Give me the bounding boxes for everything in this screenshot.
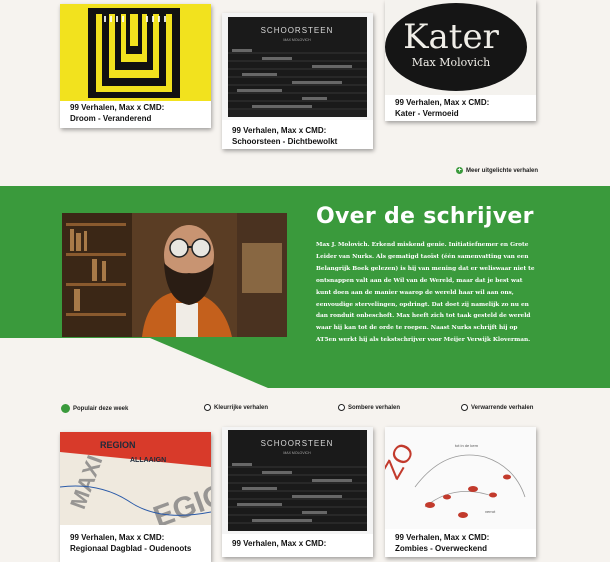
story-image-droom	[60, 4, 211, 101]
about-text: Max J. Molovich. Erkend miskend genie. I…	[316, 240, 538, 347]
story-card-schoorsteen-2[interactable]: SCHOORSTEEN MAX MOLOVICH 99 Verhalen, Ma…	[222, 427, 373, 557]
caption-series: 99 Verhalen, Max x CMD:	[70, 533, 165, 542]
story-image-schoorsteen-2: SCHOORSTEEN MAX MOLOVICH	[222, 427, 373, 534]
story-card-droom[interactable]: 99 Verhalen, Max x CMD: Droom - Verander…	[60, 4, 211, 128]
image-subtitle: MAX MOLOVICH	[283, 38, 311, 42]
filter-label: Populair deze week	[73, 405, 129, 412]
about-line: eenvoudige stervelingen, opdringt. Dat d…	[316, 301, 529, 308]
plus-icon: +	[456, 167, 463, 174]
svg-text:REGION: REGION	[100, 440, 136, 450]
radio-icon	[204, 404, 211, 411]
story-caption: 99 Verhalen, Max x CMD: Kater - Vermoeid	[395, 98, 530, 119]
story-image-regionaal-dagblad: REGION ALLAAIGN MAXI EGIO	[60, 432, 211, 525]
image-title: Kater	[403, 17, 499, 57]
filter-label: Kleurrijke verhalen	[214, 404, 269, 411]
caption-title: Regionaal Dagblad - Oudenoots	[70, 543, 192, 553]
about-line: kunt doen aan de manier waarop de wereld…	[316, 289, 514, 296]
story-card-schoorsteen[interactable]: SCHOORSTEEN MAX MOLOVICH 99 Verhalen, Ma…	[222, 13, 373, 149]
caption-series: 99 Verhalen, Max x CMD:	[395, 98, 490, 107]
about-line: Belangrijk Boek gelezen) is hij van meni…	[316, 265, 535, 272]
image-subtitle: MAX MOLOVICH	[283, 451, 311, 455]
filter-populair[interactable]: Populair deze week	[61, 404, 128, 413]
image-subtitle: Max Molovich	[412, 56, 491, 69]
story-filters: Populair deze week Kleurrijke verhalen S…	[0, 404, 610, 416]
about-line: AT5en werkt hij als tekstschrijver voor …	[316, 337, 531, 344]
story-image-zombies: ZO tot in de kern verrot	[385, 427, 536, 529]
radio-selected-icon	[61, 404, 70, 413]
story-card-kater[interactable]: Kater Max Molovich 99 Verhalen, Max x CM…	[385, 0, 536, 121]
filter-verwarrend[interactable]: Verwarrende verhalen	[461, 404, 533, 411]
story-image-schoorsteen: SCHOORSTEEN MAX MOLOVICH	[222, 13, 373, 120]
filter-label: Sombere verhalen	[348, 404, 401, 411]
caption-series: 99 Verhalen, Max x CMD:	[70, 103, 165, 112]
caption-series: 99 Verhalen, Max x CMD:	[232, 126, 327, 135]
more-stories-label: Meer uitgelichte verhalen	[466, 167, 539, 174]
radio-icon	[338, 404, 345, 411]
filter-kleurrijk[interactable]: Kleurrijke verhalen	[204, 404, 268, 411]
filter-label: Verwarrende verhalen	[471, 404, 534, 411]
image-title: SCHOORSTEEN	[261, 439, 334, 448]
story-caption: 99 Verhalen, Max x CMD: Regionaal Dagbla…	[70, 533, 205, 554]
author-photo	[62, 213, 287, 337]
radio-icon	[461, 404, 468, 411]
about-line: waar hij kan tot de orde te roepen. Naas…	[316, 325, 518, 332]
about-line: dan ronduit onbeschoft. Max heeft zich t…	[316, 313, 531, 320]
story-card-regionaal-dagblad[interactable]: REGION ALLAAIGN MAXI EGIO 99 Verhalen, M…	[60, 432, 211, 562]
story-card-zombies[interactable]: ZO tot in de kern verrot 99 Verhalen, Ma…	[385, 427, 536, 557]
story-caption: 99 Verhalen, Max x CMD: Droom - Verander…	[70, 103, 205, 124]
svg-text:verrot: verrot	[485, 509, 496, 514]
caption-series: 99 Verhalen, Max x CMD:	[395, 533, 490, 542]
story-image-kater: Kater Max Molovich	[385, 0, 536, 95]
filter-somber[interactable]: Sombere verhalen	[338, 404, 400, 411]
caption-title: Kater - Vermoeid	[395, 108, 459, 118]
image-title: SCHOORSTEEN	[261, 26, 334, 35]
about-line: ontsnappen valt aan de Wil van de Wereld…	[316, 277, 523, 284]
about-line: Leider van Nurks. Als gematigd taoïst (é…	[316, 253, 529, 260]
about-line: Max J. Molovich. Erkend miskend genie. I…	[316, 242, 529, 248]
caption-title: Schoorsteen - Dichtbewolkt	[232, 136, 338, 146]
caption-title: Droom - Veranderend	[70, 113, 152, 123]
story-caption: 99 Verhalen, Max x CMD: Schoorsteen - Di…	[232, 126, 367, 147]
svg-text:ALLAAIGN: ALLAAIGN	[130, 457, 166, 464]
story-caption: 99 Verhalen, Max x CMD: Zombies - Overwe…	[395, 533, 530, 554]
caption-title: Zombies - Overweckend	[395, 543, 488, 553]
more-stories-link[interactable]: + Meer uitgelichte verhalen	[456, 167, 538, 174]
about-title: Over de schrijver	[316, 204, 534, 229]
svg-text:tot in de kern: tot in de kern	[455, 443, 478, 448]
